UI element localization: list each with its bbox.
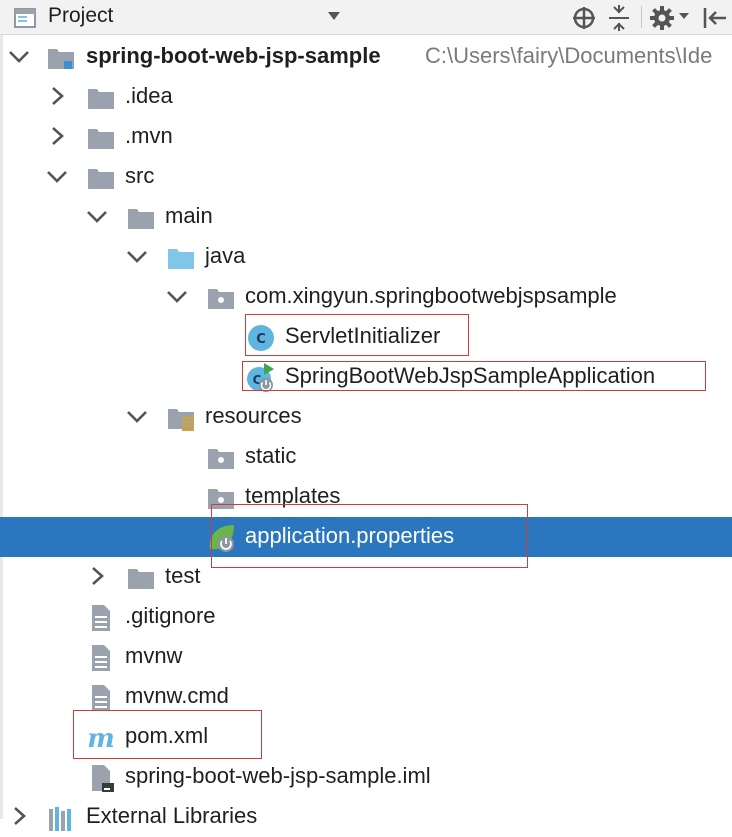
tree-row-idea[interactable]: .idea — [0, 77, 732, 117]
dropdown-arrow-icon[interactable] — [326, 9, 342, 23]
folder-icon — [126, 203, 156, 233]
tree-item-label: com.xingyun.springbootwebjspsample — [245, 283, 617, 308]
tree-item-label: .idea — [125, 83, 173, 108]
tree-row-mvn[interactable]: .mvn — [0, 117, 732, 157]
tree-row-mvnw-cmd[interactable]: mvnw.cmd — [0, 677, 732, 717]
tree-row-package[interactable]: com.xingyun.springbootwebjspsample — [0, 277, 732, 317]
tree-row-pom[interactable]: pom.xml — [0, 717, 732, 757]
tree-item-label: External Libraries — [86, 803, 258, 828]
tree-item-label: .gitignore — [125, 603, 216, 628]
package-icon — [206, 283, 236, 313]
chevron-down-icon[interactable] — [126, 245, 148, 267]
tree-row-src[interactable]: src — [0, 157, 732, 197]
tree-item-label: pom.xml — [125, 723, 209, 748]
tree-row-main[interactable]: main — [0, 197, 732, 237]
folder-icon — [126, 563, 156, 593]
root-module-path: C:\Users\fairy\Documents\Ide — [425, 43, 713, 68]
project-view-icon[interactable] — [12, 5, 38, 31]
root-module-label: spring-boot-web-jsp-sample — [86, 43, 381, 68]
locate-icon[interactable] — [570, 4, 598, 32]
text-file-icon — [86, 683, 116, 713]
tree-item-label: ServletInitializer — [285, 323, 441, 348]
collapse-all-icon[interactable] — [605, 4, 633, 32]
source-folder-icon — [166, 243, 196, 273]
tree-item-label: .mvn — [125, 123, 173, 148]
spring-boot-class-icon — [246, 363, 276, 393]
panel-title[interactable]: Project — [48, 4, 113, 28]
package-icon — [206, 483, 236, 513]
tree-item-label: application.properties — [245, 523, 455, 548]
tree-row-mvnw[interactable]: mvnw — [0, 637, 732, 677]
tree-row-external-libraries[interactable]: External Libraries — [0, 797, 732, 837]
tree-row-servlet-initializer[interactable]: ServletInitializer — [0, 317, 732, 357]
chevron-right-icon[interactable] — [46, 125, 68, 147]
gear-icon[interactable] — [648, 4, 676, 32]
package-icon — [206, 443, 236, 473]
tree-row-java[interactable]: java — [0, 237, 732, 277]
toolbar-divider — [641, 6, 642, 28]
tree-row-root[interactable]: spring-boot-web-jsp-sample C:\Users\fair… — [0, 37, 732, 77]
tree-row-application-class[interactable]: SpringBootWebJspSampleApplication — [0, 357, 732, 397]
tree-row-application-properties[interactable]: application.properties — [0, 517, 732, 557]
folder-icon — [86, 123, 116, 153]
tree-item-label: spring-boot-web-jsp-sample.iml — [125, 763, 431, 788]
folder-icon — [86, 163, 116, 193]
tree-item-label: src — [125, 163, 155, 188]
settings-dropdown-icon[interactable] — [678, 11, 690, 21]
tree-item-label: mvnw — [125, 643, 183, 668]
text-file-icon — [86, 643, 116, 673]
text-file-icon — [86, 603, 116, 633]
tree-row-iml[interactable]: spring-boot-web-jsp-sample.iml — [0, 757, 732, 797]
java-class-icon — [246, 323, 276, 353]
tree-row-gitignore[interactable]: .gitignore — [0, 597, 732, 637]
tree-item-label: mvnw.cmd — [125, 683, 229, 708]
tree-row-templates[interactable]: templates — [0, 477, 732, 517]
folder-icon — [86, 83, 116, 113]
module-file-icon — [86, 763, 116, 793]
spring-properties-icon — [206, 523, 236, 553]
tree-row-static[interactable]: static — [0, 437, 732, 477]
libraries-icon — [46, 803, 76, 833]
tree-item-label: java — [205, 243, 246, 268]
module-folder-icon — [48, 49, 74, 69]
resources-folder-icon — [166, 403, 196, 433]
tree-item-label: templates — [245, 483, 341, 508]
chevron-down-icon[interactable] — [86, 205, 108, 227]
chevron-down-icon[interactable] — [8, 45, 30, 67]
chevron-down-icon[interactable] — [46, 165, 68, 187]
tree-item-label: resources — [205, 403, 302, 428]
chevron-right-icon[interactable] — [8, 805, 30, 827]
chevron-down-icon[interactable] — [166, 285, 188, 307]
chevron-right-icon[interactable] — [86, 565, 108, 587]
chevron-down-icon[interactable] — [126, 405, 148, 427]
tree-item-label: SpringBootWebJspSampleApplication — [285, 363, 656, 388]
maven-icon — [86, 723, 116, 753]
tree-item-label: test — [165, 563, 201, 588]
tree-item-label: static — [245, 443, 297, 468]
project-panel-header: Project — [0, 0, 732, 35]
tree-item-label: main — [165, 203, 213, 228]
tree-row-resources[interactable]: resources — [0, 397, 732, 437]
chevron-right-icon[interactable] — [46, 85, 68, 107]
hide-panel-icon[interactable] — [700, 4, 728, 32]
tree-row-test[interactable]: test — [0, 557, 732, 597]
